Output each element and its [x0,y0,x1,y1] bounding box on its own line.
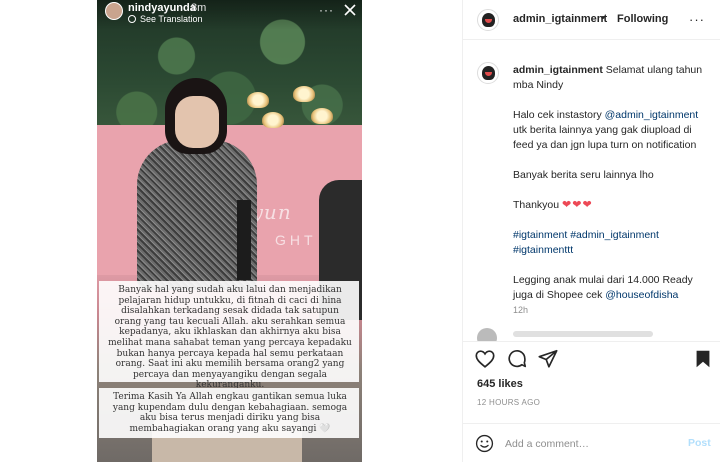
heart-emojis: ❤❤❤ [562,199,593,211]
microphone-stand [237,200,251,280]
hashtags[interactable]: #igtainment #admin_igtainment #igtainmen… [513,228,713,258]
commenter-avatar[interactable] [477,62,499,84]
see-translation-label: See Translation [140,14,203,24]
caption-comment: admin_igtainment Selamat ulang tahun mba… [513,63,713,318]
next-comment-text-placeholder [513,331,653,337]
heart-icon[interactable] [474,348,496,370]
hanging-lamp [247,92,269,108]
hanging-lamp [293,86,315,102]
emoji-icon[interactable] [475,434,494,453]
account-name[interactable]: admin_igtainment [513,13,607,25]
story-avatar[interactable] [105,2,123,20]
post-header: admin_igtainment • Following ··· [463,0,720,40]
comments-section[interactable]: admin_igtainment Selamat ulang tahun mba… [463,41,720,341]
shop-mention-link[interactable]: @houseofdisha [605,289,678,301]
comment-line-2-pre: Halo cek instastory [513,109,602,121]
post-comment-button[interactable]: Post [688,437,711,449]
next-comment-partial [477,328,707,341]
comment-line-3: Banyak berita seru lainnya lho [513,169,654,181]
wall-text: GHT [275,232,317,248]
see-translation-link[interactable]: See Translation [128,14,203,24]
share-icon[interactable] [537,348,559,370]
close-icon[interactable] [342,2,358,18]
hanging-lamp [311,108,333,124]
story-header: nindyayunda 8m See Translation ··· [97,0,362,30]
translate-icon [128,15,136,23]
comment-icon[interactable] [506,348,528,370]
story-viewer[interactable]: Ayun GHT nindyayunda 8m See Translation … [97,0,362,462]
add-comment-bar: Post [463,423,720,462]
bookmark-icon[interactable] [692,348,714,370]
hands-covering-face [175,96,219,148]
likes-count[interactable]: 645 likes [477,378,523,390]
post-timestamp: 12 HOURS AGO [477,398,541,407]
post-sidebar: admin_igtainment • Following ··· admin_i… [462,0,720,462]
story-more-button[interactable]: ··· [319,3,334,17]
post-more-button[interactable]: ··· [689,12,705,27]
story-caption-2: Terima Kasih Ya Allah engkau gantikan se… [99,388,359,438]
story-time: 8m [191,2,207,14]
comment-time: 12h [513,305,529,315]
following-button[interactable]: Following [617,13,668,25]
comment-input[interactable] [505,435,675,452]
account-avatar[interactable] [477,9,499,31]
mention-link[interactable]: @admin_igtainment [605,109,699,121]
next-comment-avatar [477,328,497,341]
action-bar [463,341,720,375]
comment-username[interactable]: admin_igtainment [513,64,603,76]
story-caption-1: Banyak hal yang sudah aku lalui dan menj… [99,281,359,390]
separator-dot: • [601,12,605,24]
comment-line-2-post: utk berita lainnya yang gak diupload di … [513,124,697,151]
hanging-lamp [262,112,284,128]
comment-line-4: Thankyou [513,199,560,211]
story-username[interactable]: nindyayunda [128,2,196,14]
